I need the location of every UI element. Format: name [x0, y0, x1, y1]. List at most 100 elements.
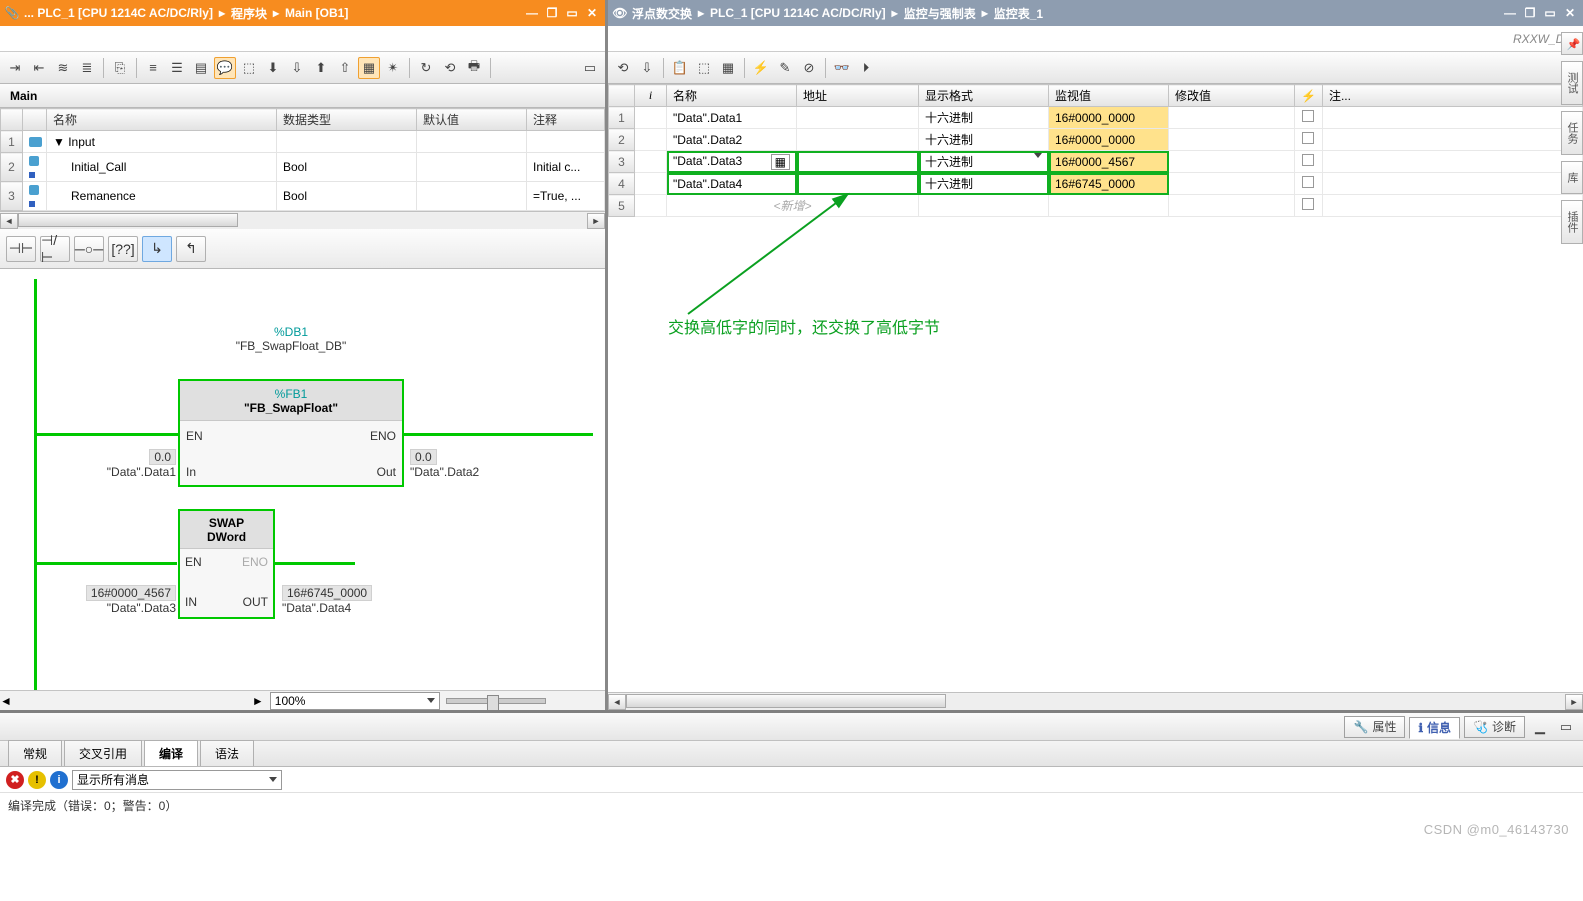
maximize-button[interactable]: ▭	[563, 5, 581, 21]
iface-row[interactable]: 3 Remanence Bool=True, ...	[1, 182, 605, 211]
scroll-left-button[interactable]: ◄	[0, 694, 12, 708]
col-modify[interactable]: 修改值	[1169, 85, 1295, 107]
ladder-canvas[interactable]: %DB1 "FB_SwapFloat_DB" %FB1 "FB_SwapFloa…	[0, 269, 605, 710]
contact-no-button[interactable]: ⊣⊢	[6, 236, 36, 262]
iface-row[interactable]: 1 ▼ Input	[1, 131, 605, 153]
close-button[interactable]: ✕	[583, 5, 601, 21]
col-comment[interactable]: 注...	[1322, 85, 1582, 107]
scroll-right-button[interactable]: ►	[252, 694, 264, 708]
tool-10[interactable]: ⬚	[238, 57, 260, 79]
tool-3[interactable]: ≋	[52, 57, 74, 79]
col-name[interactable]: 名称	[667, 85, 797, 107]
breadcrumb-part[interactable]: 浮点数交换	[632, 5, 692, 22]
scroll-thumb[interactable]	[626, 694, 946, 708]
tool-14[interactable]: ⇧	[334, 57, 356, 79]
subtab-交叉引用[interactable]: 交叉引用	[64, 740, 142, 766]
bottom-tab-诊断[interactable]: 🩺诊断	[1464, 716, 1525, 738]
breadcrumb-part[interactable]: PLC_1 [CPU 1214C AC/DC/Rly]	[710, 6, 886, 20]
col-format[interactable]: 显示格式	[919, 85, 1049, 107]
subtab-编译[interactable]: 编译	[144, 740, 198, 766]
sidetab-lib[interactable]: 库	[1561, 161, 1583, 194]
watch-row[interactable]: 2 "Data".Data2 十六进制 16#0000_0000	[609, 129, 1583, 151]
branch-button[interactable]: ↳	[142, 236, 172, 262]
breadcrumb-part[interactable]: ... PLC_1 [CPU 1214C AC/DC/Rly]	[24, 6, 213, 20]
wtool-1[interactable]: ⟲	[612, 57, 634, 79]
swap-dword-block[interactable]: SWAP DWord EN ENO IN OUT	[178, 509, 275, 619]
breadcrumb-part[interactable]: 监控与强制表	[904, 5, 976, 22]
minimize-button[interactable]: —	[1501, 5, 1519, 21]
tool-comment[interactable]: 💬	[214, 57, 236, 79]
contact-nc-button[interactable]: ⊣/⊢	[40, 236, 70, 262]
breadcrumb-part[interactable]: 监控表_1	[994, 5, 1043, 22]
col-addr[interactable]: 地址	[797, 85, 919, 107]
subtab-常规[interactable]: 常规	[8, 740, 62, 766]
wtool-8[interactable]: ⊘	[798, 57, 820, 79]
watch-row[interactable]: 3 "Data".Data3 ▦ 十六进制 16#0000_4567	[609, 151, 1583, 173]
error-icon[interactable]: ✖	[6, 771, 24, 789]
sidetab-task[interactable]: 任务	[1561, 111, 1583, 155]
scroll-track[interactable]	[626, 694, 1565, 710]
tool-11[interactable]: ⬇	[262, 57, 284, 79]
watch-row[interactable]: 4 "Data".Data4 十六进制 16#6745_0000	[609, 173, 1583, 195]
tool-12[interactable]: ⇩	[286, 57, 308, 79]
subtab-语法[interactable]: 语法	[200, 740, 254, 766]
tool-2[interactable]: ⇤	[28, 57, 50, 79]
col-monitor[interactable]: 监视值	[1049, 85, 1169, 107]
scroll-left-button[interactable]: ◄	[0, 213, 18, 229]
watch-row[interactable]: 5<新增>	[609, 195, 1583, 217]
info-icon[interactable]: i	[50, 771, 68, 789]
wtool-7[interactable]: ✎	[774, 57, 796, 79]
branch-up-button[interactable]: ↰	[176, 236, 206, 262]
tool-17[interactable]: ↻	[415, 57, 437, 79]
wtool-9[interactable]: 👓	[831, 57, 853, 79]
message-filter-select[interactable]: 显示所有消息	[72, 770, 282, 790]
col-icon[interactable]	[23, 109, 47, 131]
scroll-thumb[interactable]	[18, 213, 238, 227]
tool-7[interactable]: ☰	[166, 57, 188, 79]
tool-4[interactable]: ≣	[76, 57, 98, 79]
col-name[interactable]: 名称	[47, 109, 277, 131]
col-i[interactable]: i	[635, 85, 667, 107]
restore-button[interactable]: ❐	[1521, 5, 1539, 21]
col-comment[interactable]: 注释	[527, 109, 605, 131]
wtool-6[interactable]: ⚡	[750, 57, 772, 79]
col-bolt[interactable]: ⚡	[1295, 85, 1323, 107]
bottom-tab-信息[interactable]: ℹ信息	[1409, 717, 1460, 739]
wtool-10[interactable]: ⏵	[855, 57, 877, 79]
tool-13[interactable]: ⬆	[310, 57, 332, 79]
scroll-track[interactable]	[18, 213, 587, 229]
sidetab-test[interactable]: 测试	[1561, 61, 1583, 105]
scroll-right-button[interactable]: ►	[587, 213, 605, 229]
sidetab-plugin[interactable]: 插件	[1561, 200, 1583, 244]
box-button[interactable]: [??]	[108, 236, 138, 262]
bottom-tab-属性[interactable]: 🔧属性	[1344, 716, 1405, 738]
panel-max-button[interactable]: ▭	[1555, 716, 1577, 738]
tool-19[interactable]: 🖶	[463, 57, 485, 79]
watch-row[interactable]: 1 "Data".Data1 十六进制 16#0000_0000	[609, 107, 1583, 129]
wtool-3[interactable]: 📋	[669, 57, 691, 79]
scroll-right-button[interactable]: ►	[1565, 694, 1583, 710]
wtool-2[interactable]: ⇩	[636, 57, 658, 79]
minimize-button[interactable]: —	[523, 5, 541, 21]
breadcrumb-part[interactable]: 程序块	[231, 5, 267, 22]
fb-swapfloat-block[interactable]: %FB1 "FB_SwapFloat" EN ENO In Out	[178, 379, 404, 487]
iface-hscroll[interactable]: ◄ ►	[0, 211, 605, 229]
col-default[interactable]: 默认值	[417, 109, 527, 131]
tool-1[interactable]: ⇥	[4, 57, 26, 79]
zoom-select[interactable]: 100%	[270, 692, 440, 710]
panel-min-button[interactable]: ▁	[1529, 716, 1551, 738]
tool-panel[interactable]: ▭	[579, 57, 601, 79]
warning-icon[interactable]: !	[28, 771, 46, 789]
col-type[interactable]: 数据类型	[277, 109, 417, 131]
maximize-button[interactable]: ▭	[1541, 5, 1559, 21]
tool-5[interactable]: ⎘	[109, 57, 131, 79]
tool-6[interactable]: ≡	[142, 57, 164, 79]
tool-18[interactable]: ⟲	[439, 57, 461, 79]
tool-16[interactable]: ✴	[382, 57, 404, 79]
tool-8[interactable]: ▤	[190, 57, 212, 79]
watch-hscroll[interactable]: ◄ ►	[608, 692, 1583, 710]
tool-15[interactable]: ▦	[358, 57, 380, 79]
scroll-left-button[interactable]: ◄	[608, 694, 626, 710]
coil-button[interactable]: ─○─	[74, 236, 104, 262]
restore-button[interactable]: ❐	[543, 5, 561, 21]
